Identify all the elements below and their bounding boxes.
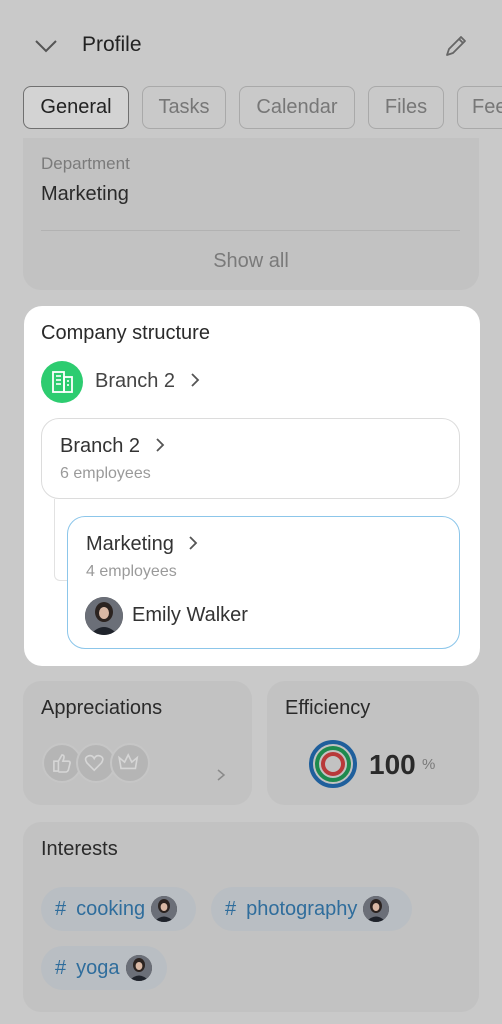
interest-tag[interactable]: # yoga bbox=[41, 946, 167, 990]
interest-tag-label: cooking bbox=[76, 897, 146, 920]
department-value: Marketing bbox=[41, 183, 129, 205]
interest-tag-label: yoga bbox=[76, 956, 120, 979]
tab-tasks[interactable]: Tasks bbox=[142, 86, 226, 129]
branch-link-label: Branch 2 bbox=[95, 370, 176, 392]
appreciations-title: Appreciations bbox=[41, 697, 163, 719]
department-card-name: Marketing bbox=[86, 533, 174, 555]
hash-icon: # bbox=[55, 956, 67, 979]
interests-title: Interests bbox=[41, 838, 118, 860]
divider bbox=[41, 230, 460, 231]
hash-icon: # bbox=[225, 897, 237, 920]
interest-tag[interactable]: # cooking bbox=[41, 887, 196, 931]
department-label: Department bbox=[41, 154, 130, 173]
efficiency-unit: % bbox=[422, 756, 436, 773]
department-employee-count: 4 employees bbox=[86, 563, 177, 580]
tab-general[interactable]: General bbox=[23, 86, 129, 129]
show-all-button[interactable]: Show all bbox=[23, 250, 479, 273]
avatar bbox=[363, 896, 390, 922]
department-head-name[interactable]: Emily Walker bbox=[132, 604, 248, 627]
branch-card-name: Branch 2 bbox=[60, 435, 141, 457]
pencil-icon[interactable] bbox=[442, 32, 470, 60]
tab-feed[interactable]: Fee bbox=[457, 86, 502, 129]
interest-tag[interactable]: # photography bbox=[211, 887, 412, 931]
efficiency-title: Efficiency bbox=[285, 697, 371, 719]
hash-icon: # bbox=[55, 897, 67, 920]
header: Profile bbox=[0, 0, 502, 80]
chevron-right-icon bbox=[155, 438, 164, 452]
avatar bbox=[125, 955, 152, 981]
crown-icon bbox=[110, 743, 150, 783]
avatar[interactable] bbox=[85, 597, 123, 635]
chevron-down-icon[interactable] bbox=[34, 36, 58, 56]
interest-tag-label: photography bbox=[246, 897, 358, 920]
tab-calendar[interactable]: Calendar bbox=[239, 86, 355, 129]
chevron-right-icon bbox=[189, 536, 198, 550]
company-structure-card: Company structure Branch 2 Branch 2 6 em… bbox=[24, 306, 480, 666]
branch-employee-count: 6 employees bbox=[60, 465, 151, 482]
efficiency-ring-icon bbox=[309, 740, 357, 788]
branch-card[interactable]: Branch 2 6 employees bbox=[41, 418, 460, 499]
chevron-right-icon[interactable] bbox=[216, 768, 226, 782]
chevron-right-icon bbox=[190, 373, 199, 387]
tab-files[interactable]: Files bbox=[368, 86, 444, 129]
efficiency-value: 100 bbox=[369, 749, 416, 780]
building-icon bbox=[41, 361, 83, 403]
tree-connector bbox=[54, 499, 68, 581]
page-title: Profile bbox=[82, 33, 142, 56]
branch-link[interactable]: Branch 2 bbox=[95, 370, 201, 393]
tab-bar: General Tasks Calendar Files Fee bbox=[23, 86, 502, 130]
avatar bbox=[151, 896, 178, 922]
company-structure-title: Company structure bbox=[41, 322, 210, 344]
department-card[interactable]: Marketing 4 employees Emily Walker bbox=[67, 516, 460, 649]
